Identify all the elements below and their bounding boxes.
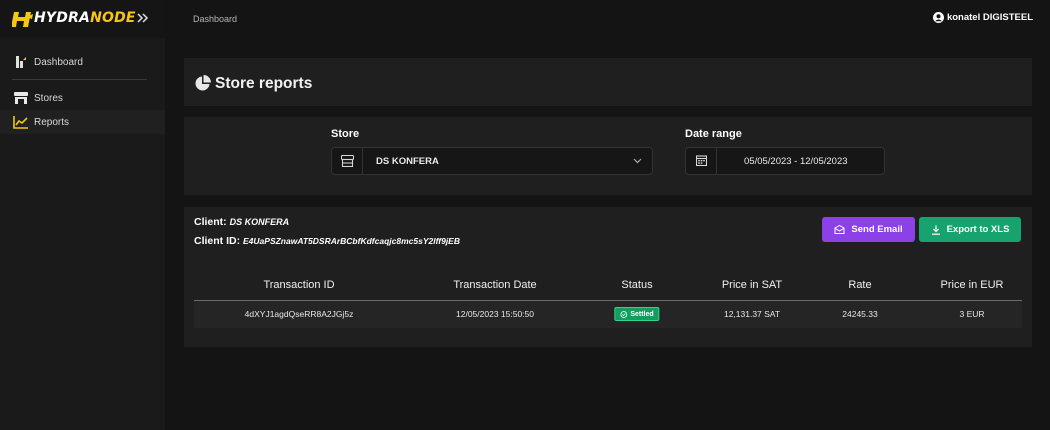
export-xls-button[interactable]: Export to XLS	[919, 217, 1021, 242]
check-circle-icon	[620, 310, 628, 318]
dashboard-icon	[16, 56, 26, 68]
brand-name-part1: HYDRA	[34, 10, 91, 26]
sidebar-item-label: Dashboard	[34, 56, 83, 68]
sidebar-item-dashboard[interactable]: Dashboard	[0, 50, 165, 74]
chart-line-icon	[13, 116, 28, 129]
table-row[interactable]: 4dXYJ1agdQseRR8A2JGj5z 12/05/2023 15:50:…	[194, 301, 1022, 328]
date-range-label: Date range	[685, 128, 742, 140]
sidebar: HYDRANODE Dashboard Stores Reports	[0, 0, 165, 430]
sidebar-item-stores[interactable]: Stores	[0, 86, 165, 110]
price-eur-cell: 3 EUR	[959, 309, 985, 319]
column-header-rate[interactable]: Rate	[848, 279, 871, 291]
rate-cell: 24245.33	[842, 309, 878, 319]
date-range-value: 05/05/2023 - 12/05/2023	[744, 156, 848, 167]
page-header-panel: Store reports	[184, 58, 1032, 106]
column-header-price-eur[interactable]: Price in EUR	[941, 279, 1004, 291]
client-id-value: E4UaPSZnawAT5DSRArBCbfKdfcaqjc8mc5sY2lff…	[243, 236, 460, 246]
client-value: DS KONFERA	[229, 217, 290, 227]
transaction-id-cell: 4dXYJ1agdQseRR8A2JGj5z	[244, 309, 354, 319]
sidebar-item-label: Stores	[34, 92, 63, 104]
client-id-info: Client ID: E4UaPSZnawAT5DSRArBCbfKdfcaqj…	[194, 235, 460, 247]
transactions-table-header: Transaction ID Transaction Date Status P…	[194, 279, 1022, 301]
date-range-prefix	[686, 148, 717, 174]
column-header-price-sat[interactable]: Price in SAT	[722, 279, 782, 291]
sidebar-item-label: Reports	[34, 116, 70, 128]
date-range-picker[interactable]: 05/05/2023 - 12/05/2023	[685, 147, 885, 175]
calendar-icon	[696, 155, 707, 166]
brand-logo-text: HYDRANODE	[34, 10, 136, 26]
download-icon	[931, 225, 940, 235]
store-select-prefix	[332, 148, 363, 174]
breadcrumb[interactable]: Dashboard	[193, 14, 237, 24]
sidebar-divider	[12, 79, 147, 80]
pie-chart-icon	[195, 75, 211, 91]
column-header-status[interactable]: Status	[621, 279, 652, 291]
column-header-transaction-id[interactable]: Transaction ID	[263, 279, 334, 291]
send-email-button[interactable]: Send Email	[822, 217, 915, 242]
chevron-down-icon	[633, 158, 642, 164]
client-id-label: Client ID:	[194, 235, 241, 247]
user-menu[interactable]: konatel DIGISTEEL	[932, 12, 1033, 23]
client-label: Client:	[194, 216, 227, 228]
report-panel: Client: DS KONFERA Client ID: E4UaPSZnaw…	[184, 207, 1032, 347]
envelope-icon	[834, 225, 845, 234]
logo-row: HYDRANODE	[0, 0, 165, 38]
brand-name-part2: NODE	[90, 10, 136, 26]
hydranode-logo-icon	[12, 12, 33, 27]
status-badge-label: Settled	[630, 310, 654, 318]
status-badge: Settled	[614, 307, 660, 321]
user-name: konatel DIGISTEEL	[946, 12, 1033, 23]
export-xls-label: Export to XLS	[946, 224, 1010, 235]
filters-panel: Store DS KONFERA Date range 05/05/2023 -…	[184, 117, 1032, 195]
column-header-transaction-date[interactable]: Transaction Date	[453, 279, 536, 291]
store-label: Store	[331, 128, 360, 140]
store-select[interactable]: DS KONFERA	[331, 147, 653, 175]
store-icon	[341, 155, 354, 167]
page-title: Store reports	[215, 75, 313, 92]
collapse-sidebar-icon[interactable]	[136, 11, 150, 25]
client-info: Client: DS KONFERA	[194, 216, 289, 228]
send-email-label: Send Email	[851, 224, 903, 235]
price-sat-cell: 12,131.37 SAT	[723, 309, 781, 319]
user-avatar-icon	[932, 12, 944, 23]
store-icon	[14, 92, 28, 104]
store-select-value: DS KONFERA	[376, 156, 439, 167]
sidebar-item-reports[interactable]: Reports	[0, 110, 165, 134]
transaction-date-cell: 12/05/2023 15:50:50	[456, 309, 534, 319]
